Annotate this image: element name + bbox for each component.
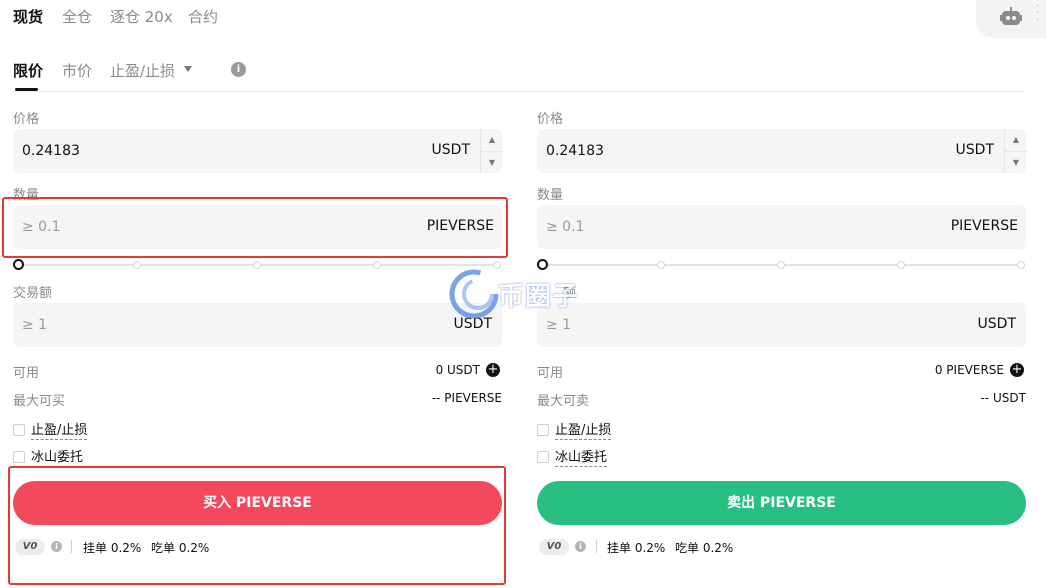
watermark-logo: 币圈子 bbox=[448, 266, 598, 322]
info-icon[interactable]: i bbox=[575, 541, 586, 552]
sell-available-value: 0 PIEVERSE bbox=[934, 363, 1004, 377]
buy-amount-field: USDT bbox=[13, 303, 502, 347]
order-type-market[interactable]: 市价 bbox=[62, 60, 92, 81]
sell-iceberg-checkbox[interactable] bbox=[537, 451, 549, 463]
buy-tpsl-label[interactable]: 止盈/止损 bbox=[31, 423, 88, 440]
sell-amount-unit: USDT bbox=[977, 316, 1016, 332]
sell-available-label: 可用 bbox=[537, 366, 564, 381]
sell-slider-mark-100[interactable] bbox=[1017, 261, 1025, 269]
sell-price-decrement[interactable]: ▼ bbox=[1005, 151, 1027, 173]
buy-price-field: USDT ▲ ▼ bbox=[13, 129, 503, 173]
sell-qty-label: 数量 bbox=[537, 188, 564, 203]
buy-price-input[interactable] bbox=[22, 129, 302, 173]
sell-price-unit: USDT bbox=[955, 142, 994, 158]
robot-icon[interactable] bbox=[1000, 7, 1022, 27]
sell-price-field: USDT ▲ ▼ bbox=[537, 129, 1027, 173]
buy-slider-mark-25[interactable] bbox=[133, 261, 141, 269]
buy-slider[interactable] bbox=[13, 257, 502, 273]
sell-maker-fee: 挂单 0.2% bbox=[607, 541, 666, 555]
plus-circle-icon[interactable]: + bbox=[1010, 363, 1024, 377]
info-icon[interactable]: i bbox=[51, 541, 62, 552]
sell-taker-fee: 吃单 0.2% bbox=[675, 541, 734, 555]
sell-tpsl-checkbox[interactable] bbox=[537, 424, 549, 436]
sell-vip-badge: V0 bbox=[539, 539, 569, 555]
buy-max-label: 最大可买 bbox=[13, 394, 66, 409]
sell-qty-unit: PIEVERSE bbox=[950, 218, 1018, 234]
sell-button[interactable]: 卖出 PIEVERSE bbox=[537, 481, 1026, 525]
sell-slider-mark-50[interactable] bbox=[777, 261, 785, 269]
buy-amount-input[interactable] bbox=[22, 303, 302, 347]
more-icon[interactable]: · · · bbox=[1036, 2, 1039, 26]
sell-tpsl-label[interactable]: 止盈/止损 bbox=[555, 423, 612, 440]
buy-max-value: -- PIEVERSE bbox=[431, 391, 502, 405]
tab-spot[interactable]: 现货 bbox=[13, 6, 43, 27]
sell-price-increment[interactable]: ▲ bbox=[1005, 129, 1027, 151]
buy-available-label: 可用 bbox=[13, 366, 40, 381]
caret-down-icon[interactable] bbox=[184, 66, 192, 72]
buy-price-stepper: ▲ ▼ bbox=[480, 129, 503, 173]
tabs-divider bbox=[13, 91, 1025, 92]
buy-iceberg-checkbox[interactable] bbox=[13, 451, 25, 463]
sell-qty-field: PIEVERSE bbox=[537, 205, 1026, 249]
buy-slider-mark-50[interactable] bbox=[253, 261, 261, 269]
fee-separator bbox=[596, 540, 597, 553]
buy-tpsl-checkbox[interactable] bbox=[13, 424, 25, 436]
buy-iceberg-label[interactable]: 冰山委托 bbox=[31, 450, 84, 467]
buy-price-unit: USDT bbox=[431, 142, 470, 158]
buy-qty-label: 数量 bbox=[13, 188, 40, 203]
sell-slider-mark-75[interactable] bbox=[897, 261, 905, 269]
watermark-text: 币圈子 bbox=[498, 282, 580, 312]
buy-button[interactable]: 买入 PIEVERSE bbox=[13, 481, 502, 525]
order-type-tpsl[interactable]: 止盈/止损 bbox=[110, 60, 175, 81]
sell-price-input[interactable] bbox=[546, 129, 826, 173]
buy-price-label: 价格 bbox=[13, 112, 40, 127]
plus-circle-icon[interactable]: + bbox=[486, 363, 500, 377]
buy-qty-field: PIEVERSE bbox=[13, 205, 502, 249]
buy-qty-input[interactable] bbox=[22, 205, 302, 249]
buy-taker-fee: 吃单 0.2% bbox=[151, 541, 210, 555]
buy-slider-handle[interactable] bbox=[13, 259, 24, 270]
buy-slider-mark-75[interactable] bbox=[373, 261, 381, 269]
info-icon[interactable]: i bbox=[231, 62, 246, 77]
sell-slider[interactable] bbox=[537, 257, 1026, 273]
order-type-limit[interactable]: 限价 bbox=[13, 60, 43, 81]
fee-separator bbox=[71, 540, 72, 553]
sell-slider-mark-25[interactable] bbox=[657, 261, 665, 269]
sell-max-label: 最大可卖 bbox=[537, 394, 590, 409]
buy-available-value: 0 USDT bbox=[435, 363, 480, 377]
sell-max-value: -- USDT bbox=[980, 391, 1026, 405]
sell-iceberg-label[interactable]: 冰山委托 bbox=[555, 450, 608, 467]
buy-maker-fee: 挂单 0.2% bbox=[83, 541, 142, 555]
sell-amount-field: USDT bbox=[537, 303, 1026, 347]
sell-qty-input[interactable] bbox=[546, 205, 826, 249]
buy-amount-label: 交易额 bbox=[13, 286, 53, 301]
sell-price-stepper: ▲ ▼ bbox=[1004, 129, 1027, 173]
sell-price-label: 价格 bbox=[537, 112, 564, 127]
tab-cross-margin[interactable]: 全仓 bbox=[62, 6, 92, 27]
buy-vip-badge: V0 bbox=[15, 539, 45, 555]
buy-price-increment[interactable]: ▲ bbox=[481, 129, 503, 151]
tab-isolated-margin[interactable]: 逐仓 20x bbox=[110, 6, 173, 27]
buy-qty-unit: PIEVERSE bbox=[426, 218, 494, 234]
buy-price-decrement[interactable]: ▼ bbox=[481, 151, 503, 173]
tab-futures[interactable]: 合约 bbox=[188, 6, 218, 27]
